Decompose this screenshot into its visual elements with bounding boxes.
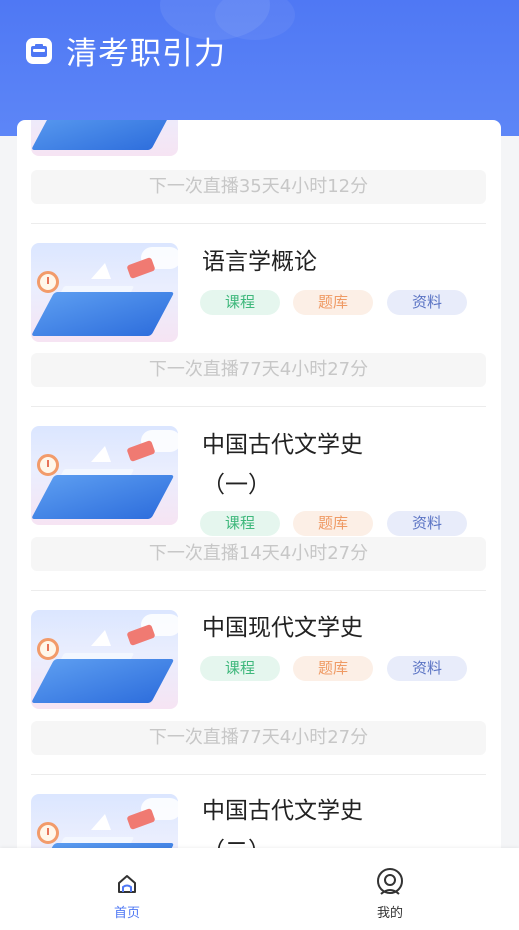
tag-course-button[interactable]: 课程 (200, 511, 280, 536)
divider (31, 223, 486, 224)
clock-icon (37, 638, 59, 660)
clock-icon (37, 271, 59, 293)
tag-quiz-button[interactable]: 题库 (293, 511, 373, 536)
live-countdown: 下一次直播14天4小时27分 (31, 537, 486, 571)
course-thumbnail (31, 120, 178, 156)
divider (31, 774, 486, 775)
nav-home-label: 首页 (113, 906, 140, 921)
home-icon (118, 875, 136, 893)
clock-icon (37, 822, 59, 844)
live-countdown: 下一次直播77天4小时27分 (31, 353, 486, 387)
tag-quiz-button[interactable]: 题库 (293, 656, 373, 681)
live-countdown: 下一次直播35天4小时12分 (31, 170, 486, 204)
profile-icon (377, 868, 403, 895)
app-logo-icon (26, 38, 52, 64)
course-title[interactable]: 语言学概论 (202, 242, 482, 282)
nav-me-label: 我的 (376, 906, 403, 921)
nav-home-tab[interactable]: 首页 (67, 848, 187, 930)
clock-icon (37, 454, 59, 476)
tag-materials-button[interactable]: 资料 (387, 511, 467, 536)
course-thumbnail (31, 610, 178, 709)
course-title[interactable]: 中国古代文学史（一） (202, 425, 402, 505)
course-title[interactable]: 中国现代文学史 (202, 608, 482, 648)
course-list[interactable]: 下一次直播35天4小时12分 语言学概论 课程 题库 资料 下一次直播77天4小… (17, 120, 501, 860)
nav-me-tab[interactable]: 我的 (330, 848, 450, 930)
divider (31, 406, 486, 407)
live-countdown: 下一次直播77天4小时27分 (31, 721, 486, 755)
app-header: 清考职引力 (0, 0, 519, 136)
course-thumbnail (31, 243, 178, 342)
tag-materials-button[interactable]: 资料 (387, 656, 467, 681)
course-thumbnail (31, 426, 178, 525)
tag-course-button[interactable]: 课程 (200, 656, 280, 681)
tag-materials-button[interactable]: 资料 (387, 290, 467, 315)
app-title: 清考职引力 (66, 36, 226, 72)
divider (31, 590, 486, 591)
tag-course-button[interactable]: 课程 (200, 290, 280, 315)
bottom-navigation: 首页 我的 (0, 848, 519, 930)
tag-quiz-button[interactable]: 题库 (293, 290, 373, 315)
